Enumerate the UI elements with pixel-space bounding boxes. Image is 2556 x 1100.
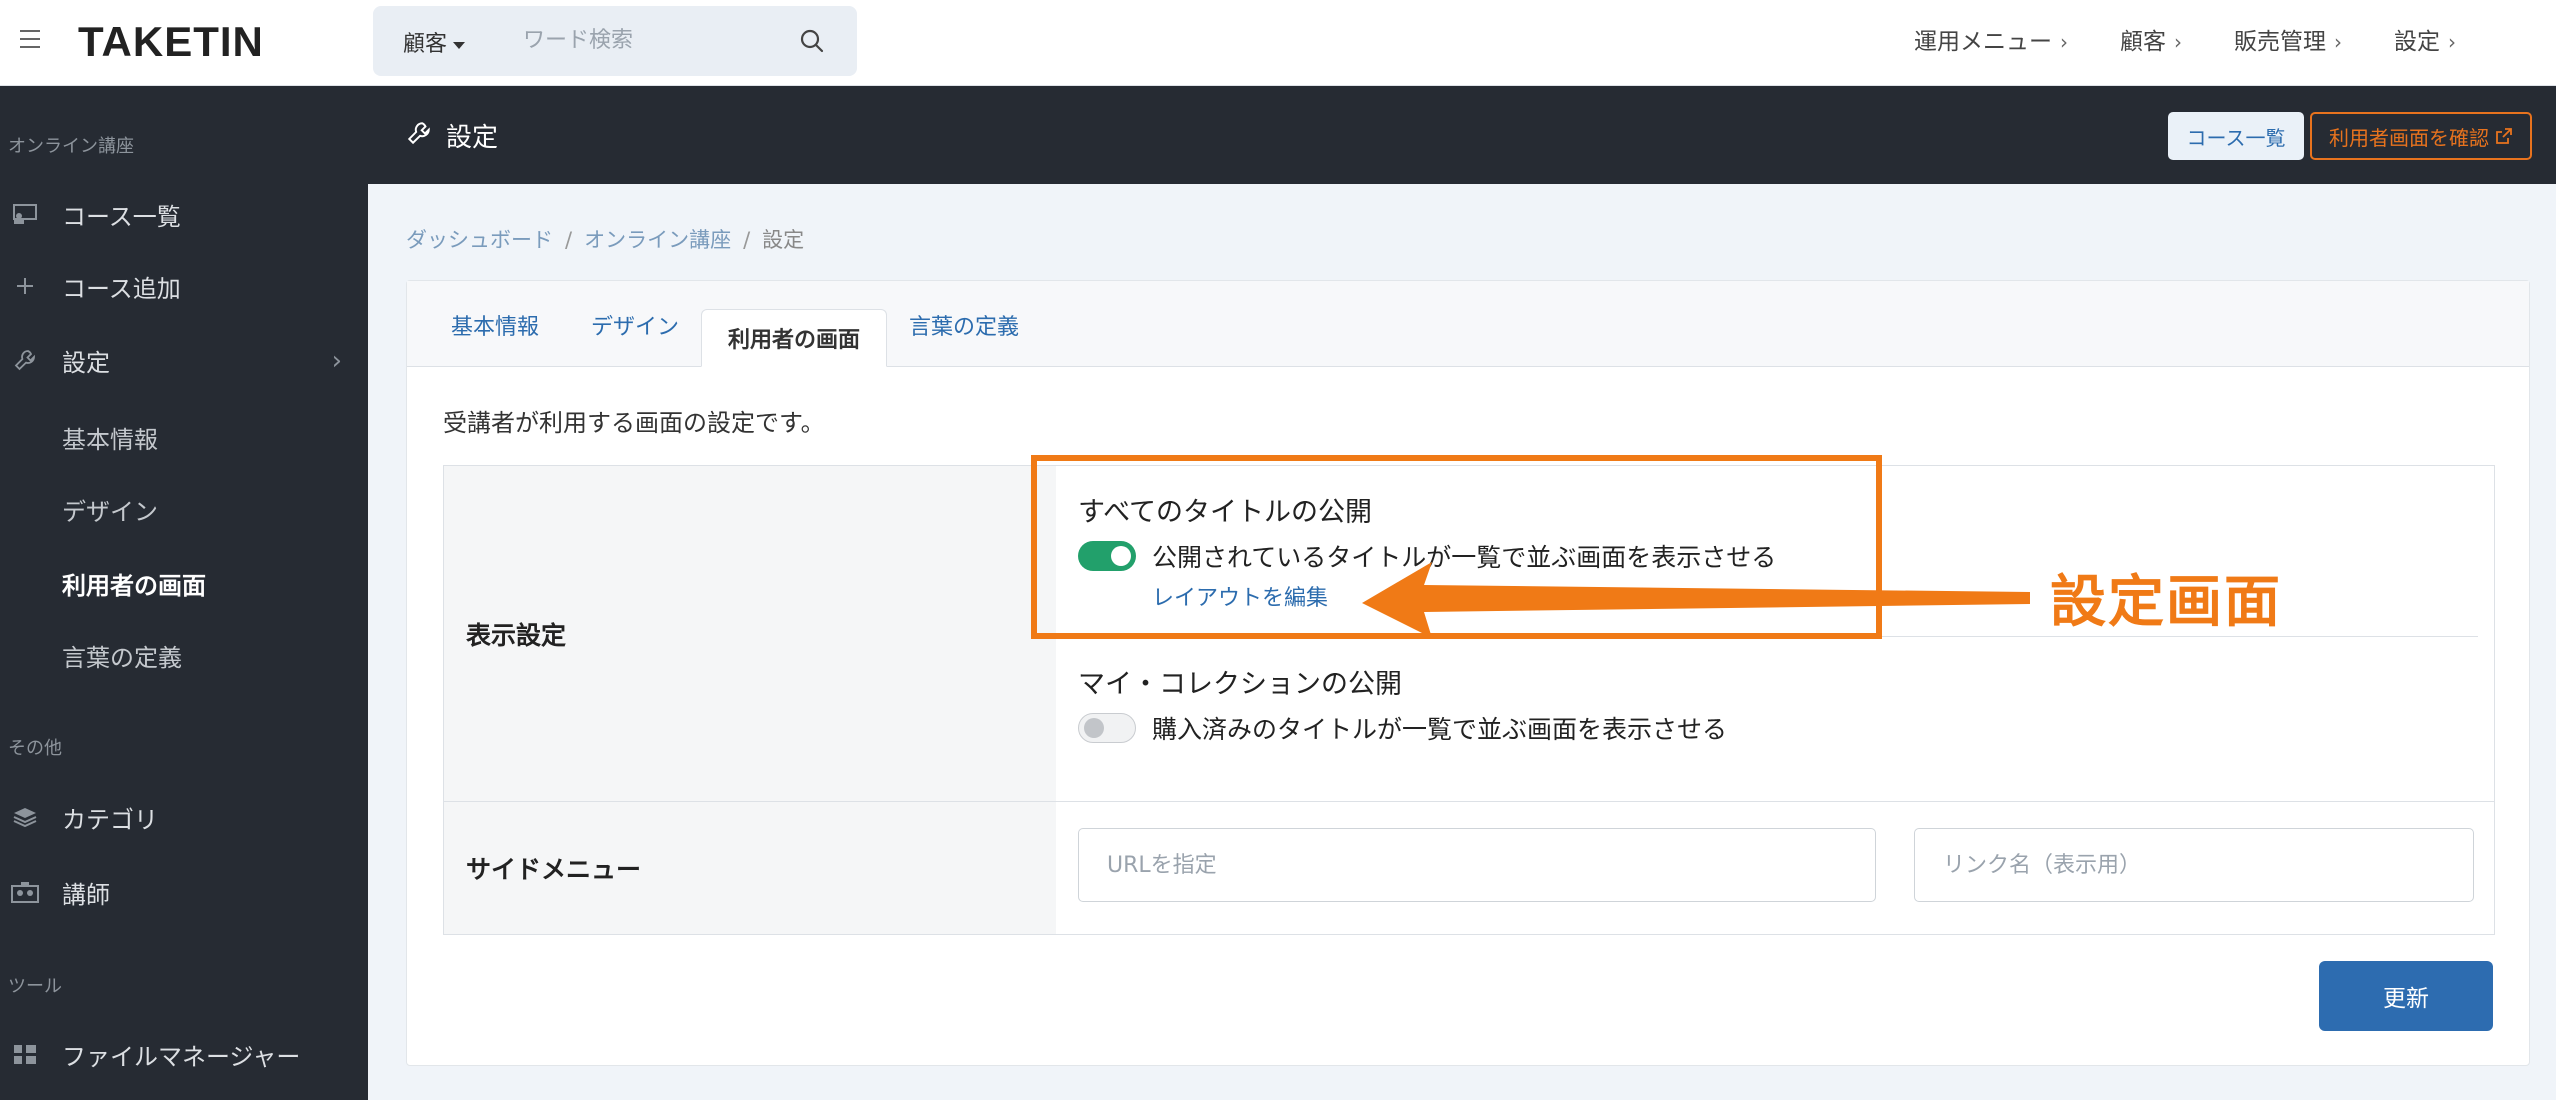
annotation-label: 設定画面: [2050, 570, 2282, 635]
annotation-arrow-icon: [1362, 562, 2030, 638]
